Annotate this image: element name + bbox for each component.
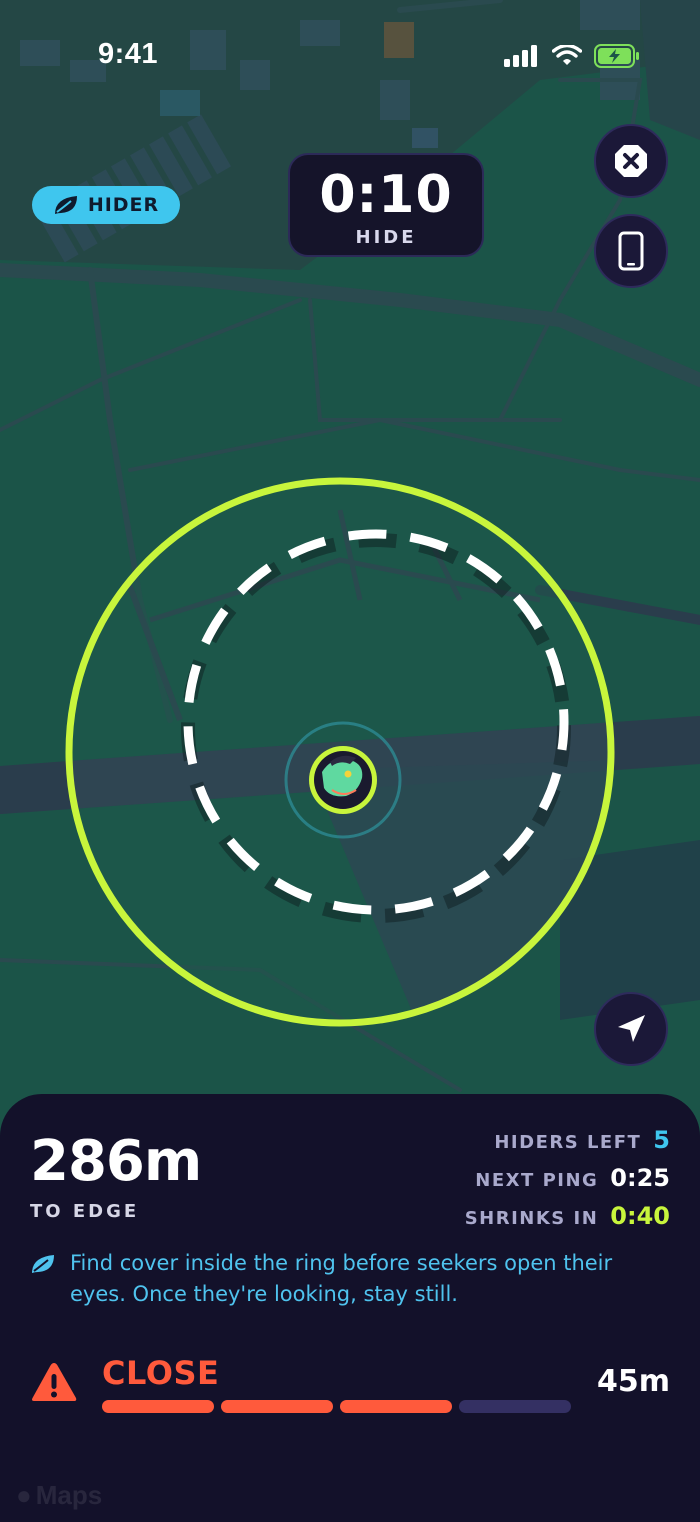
proximity-label: CLOSE <box>102 1354 220 1392</box>
stat-label: SHRINKS IN <box>464 1208 599 1229</box>
phone-icon <box>618 231 644 271</box>
stat-hiders-left: HIDERS LEFT 5 <box>494 1126 670 1154</box>
recenter-button[interactable] <box>594 992 668 1066</box>
proximity-meter <box>102 1400 571 1413</box>
proximity-bar <box>221 1400 333 1413</box>
status-panel: 286m TO EDGE HIDERS LEFT 5 NEXT PING 0:2… <box>0 1094 700 1522</box>
stat-value: 5 <box>653 1126 670 1154</box>
warning-icon <box>32 1363 77 1401</box>
status-icons <box>504 44 640 68</box>
stat-value: 0:40 <box>610 1202 670 1230</box>
role-badge: HIDER <box>32 186 180 224</box>
phase-timer: 0:10 HIDE <box>288 153 484 257</box>
status-time: 9:41 <box>98 38 159 70</box>
proximity-bar <box>340 1400 452 1413</box>
device-button[interactable] <box>594 214 668 288</box>
role-label: HIDER <box>87 194 160 216</box>
timer-value: 0:10 <box>319 165 453 225</box>
hint-text: Find cover inside the ring before seeker… <box>70 1251 613 1306</box>
timer-phase-label: HIDE <box>355 227 417 248</box>
signal-icon <box>504 45 537 67</box>
hint-message: Find cover inside the ring before seeker… <box>30 1248 660 1310</box>
stat-label: NEXT PING <box>475 1170 599 1191</box>
proximity-distance: 45m <box>596 1364 670 1399</box>
maps-attribution: ● Maps <box>16 1480 102 1511</box>
close-game-button[interactable] <box>594 124 668 198</box>
stat-value: 0:25 <box>610 1164 670 1192</box>
close-icon <box>615 145 647 177</box>
stat-shrinks-in: SHRINKS IN 0:40 <box>465 1202 670 1230</box>
stat-next-ping: NEXT PING 0:25 <box>475 1164 670 1192</box>
distance-to-edge-value: 286m <box>30 1129 202 1194</box>
navigation-arrow-icon <box>618 1015 645 1042</box>
maps-label: Maps <box>35 1480 103 1510</box>
leaf-icon <box>54 196 77 214</box>
stat-label: HIDERS LEFT <box>494 1132 642 1153</box>
proximity-bar <box>459 1400 571 1413</box>
wifi-icon <box>552 45 582 65</box>
player-avatar <box>309 746 377 814</box>
apple-logo-icon: ● <box>16 1480 32 1510</box>
proximity-bar <box>102 1400 214 1413</box>
battery-icon <box>594 44 639 68</box>
distance-to-edge-label: TO EDGE <box>30 1201 140 1222</box>
leaf-icon <box>32 1255 54 1273</box>
